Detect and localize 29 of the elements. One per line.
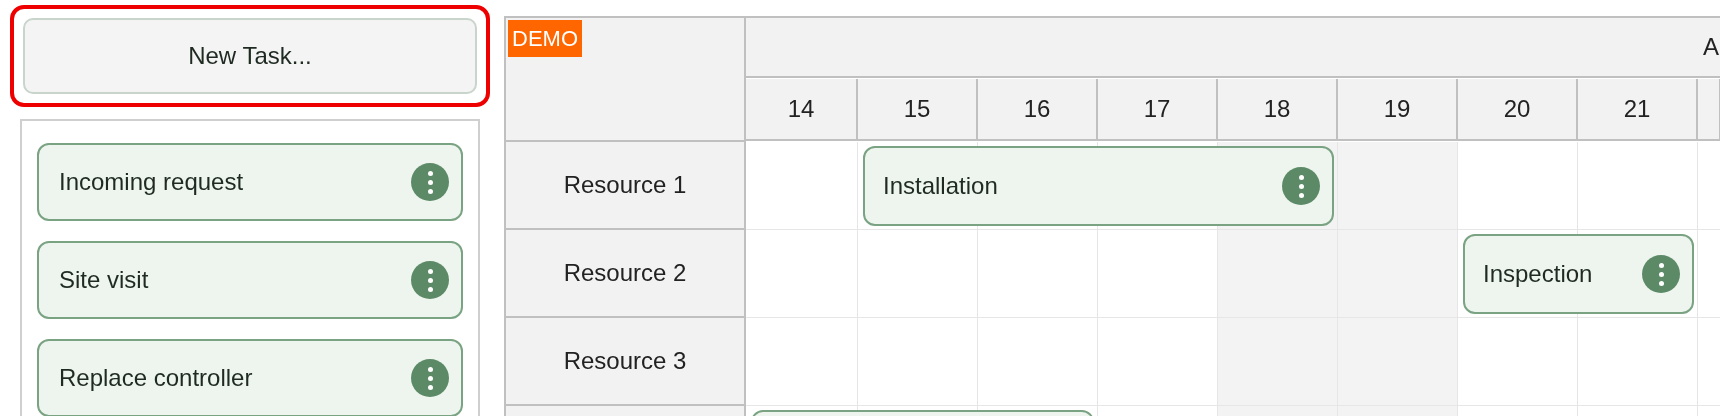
day-header: 21 [1578,79,1698,141]
day-header: 18 [1218,79,1338,141]
event-label: Installation [883,172,998,200]
resource-header: Resource 2 [506,230,746,318]
day-header: 15 [858,79,978,141]
task-label: Replace controller [59,364,253,392]
task-label: Incoming request [59,168,244,196]
resource-header: Resource 3 [506,318,746,406]
menu-icon[interactable] [1282,167,1320,205]
demo-badge: DEMO [508,20,582,57]
event-bar[interactable]: Installation [863,146,1334,226]
task-label: Site visit [59,266,149,294]
event-label: Inspection [1483,260,1593,288]
menu-icon[interactable] [411,163,449,201]
day-header: 17 [1098,79,1218,141]
task-card[interactable]: Replace controller [37,339,463,416]
menu-icon[interactable] [1642,255,1680,293]
day-header: 16 [978,79,1098,141]
day-header: 14 [746,79,858,141]
resource-header: Resource 1 [506,142,746,230]
task-card[interactable]: Site visit [37,241,463,319]
event-bar[interactable]: Inspection [1463,234,1694,314]
new-task-button[interactable]: New Task... [23,18,477,94]
task-card[interactable]: Incoming request [37,143,463,221]
month-label: A [1703,33,1719,61]
menu-icon[interactable] [411,359,449,397]
day-header: 20 [1458,79,1578,141]
menu-icon[interactable] [411,261,449,299]
day-header: 19 [1338,79,1458,141]
